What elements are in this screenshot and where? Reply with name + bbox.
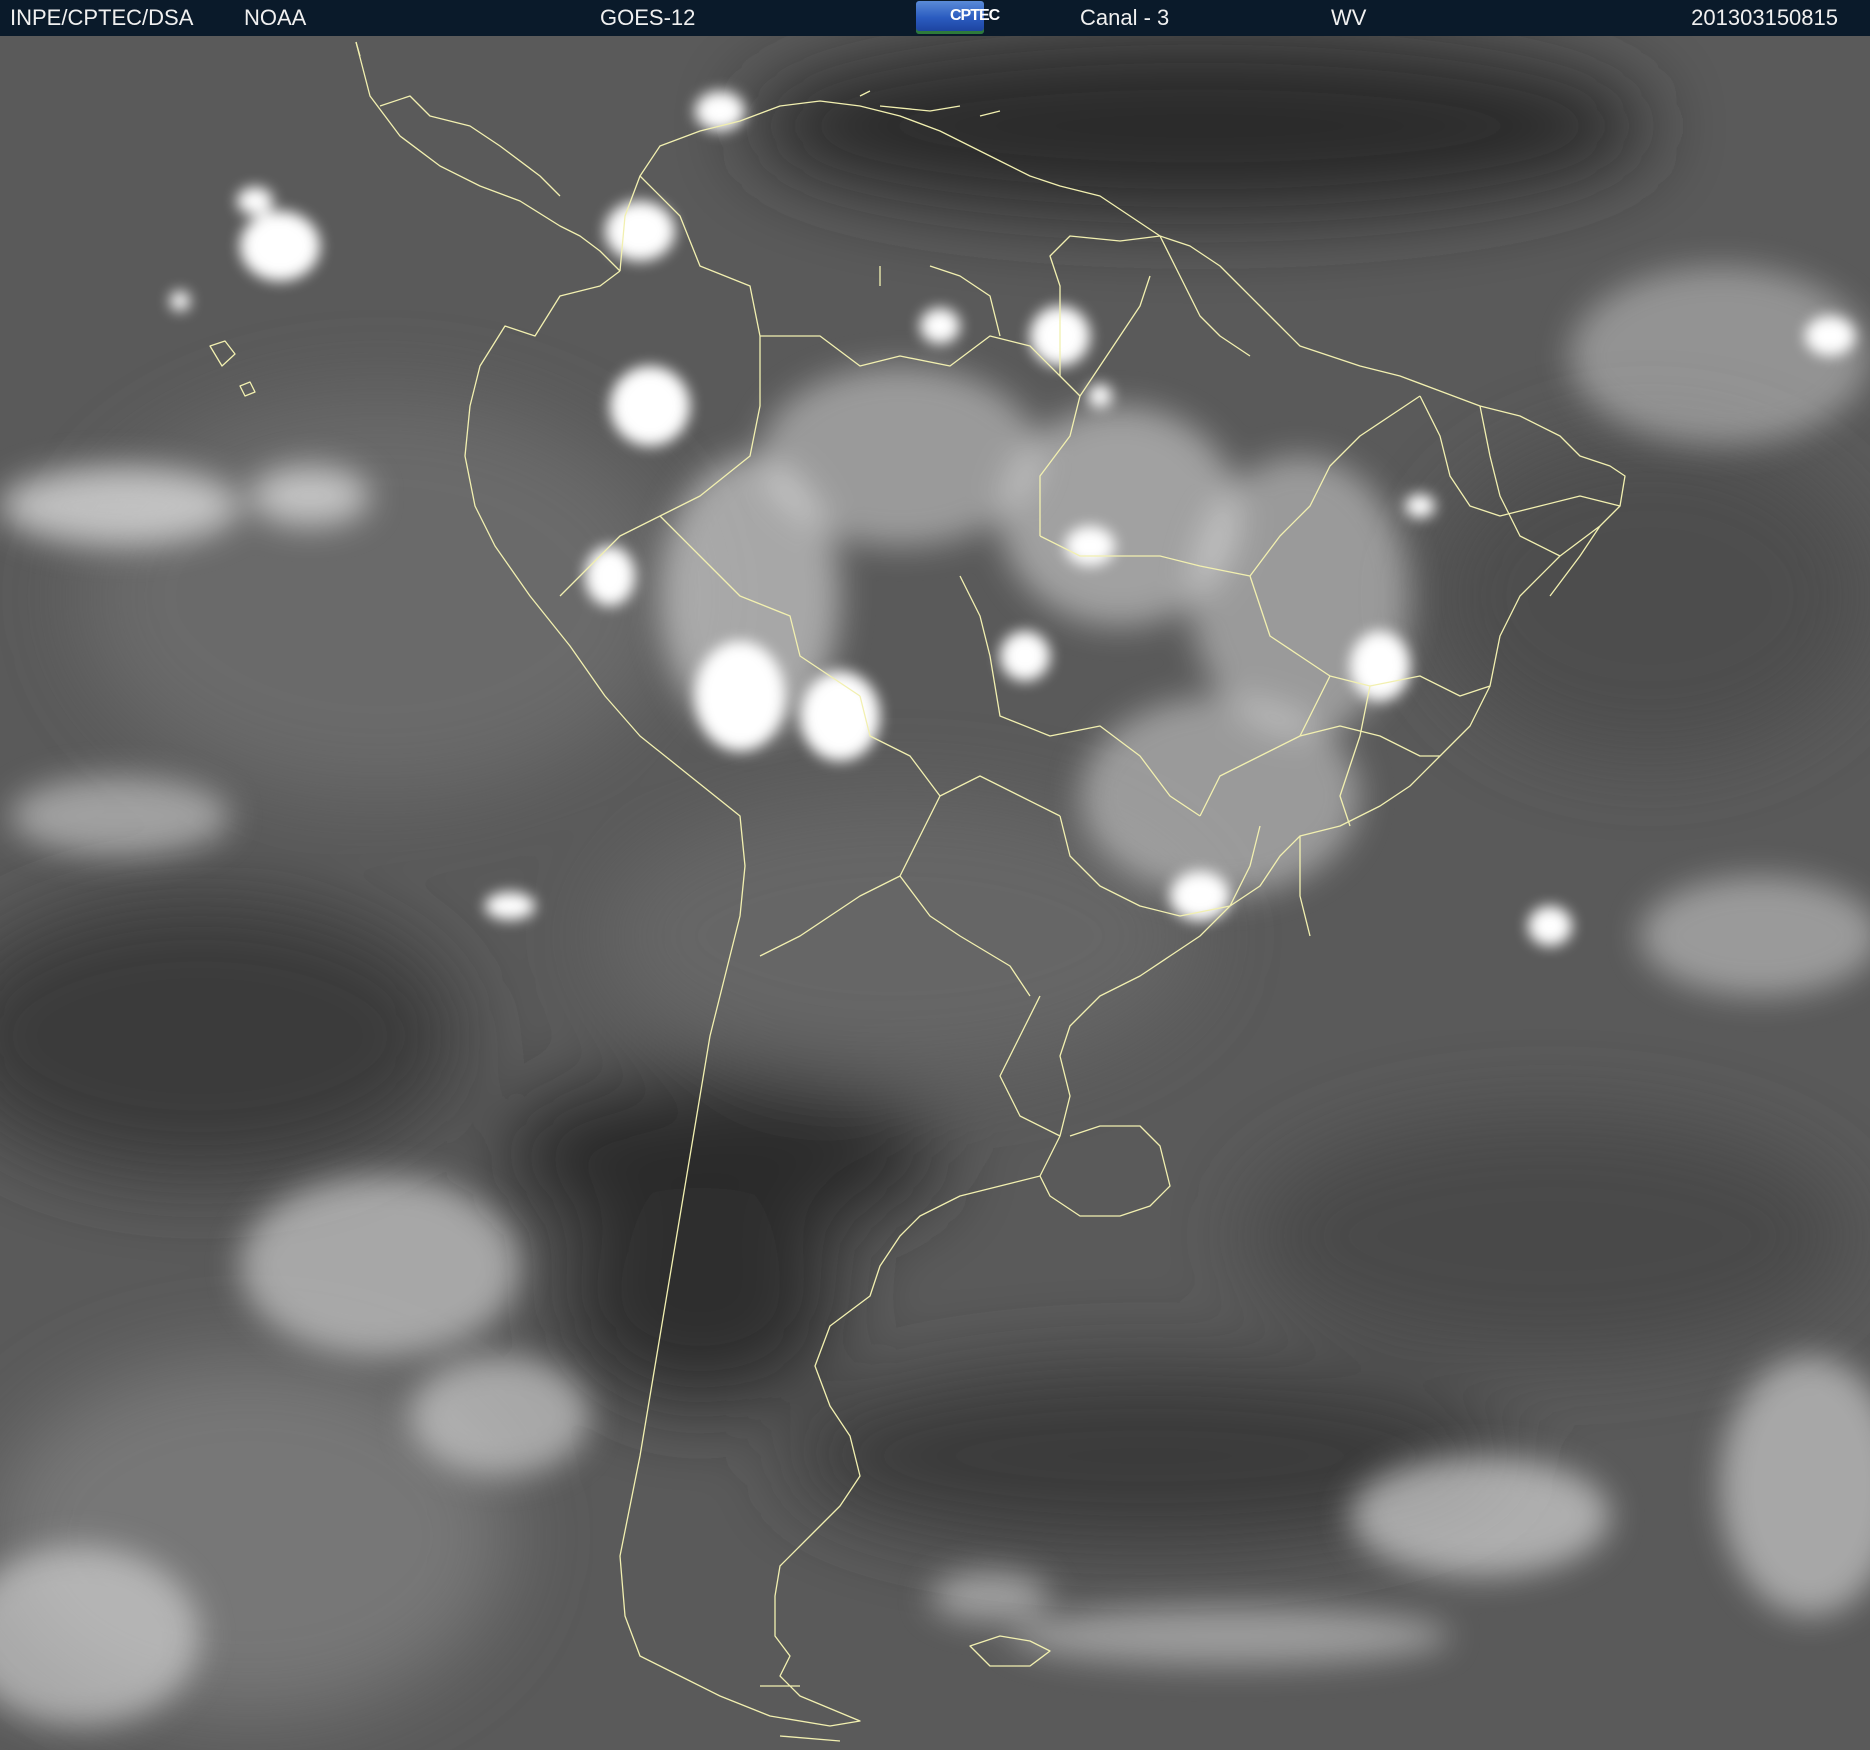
timestamp-label: 201303150815 (1691, 5, 1838, 30)
organization-label: INPE/CPTEC/DSA (10, 5, 194, 30)
agency-label: NOAA (244, 5, 307, 30)
band-label: WV (1331, 5, 1367, 30)
satellite-imagery (0, 36, 1870, 1750)
vapor-field (0, 36, 1870, 1716)
satellite-label: GOES-12 (600, 5, 696, 30)
image-header: INPE/CPTEC/DSA NOAA GOES-12 CPTEC Canal … (0, 0, 1870, 36)
central-america-outline (355, 41, 621, 272)
logo-text: CPTEC (950, 7, 1000, 24)
water-vapor-map (0, 36, 1870, 1742)
cptec-logo-icon: CPTEC (916, 1, 1000, 34)
galapagos-islands (209, 340, 256, 397)
channel-label: Canal - 3 (1080, 5, 1170, 30)
